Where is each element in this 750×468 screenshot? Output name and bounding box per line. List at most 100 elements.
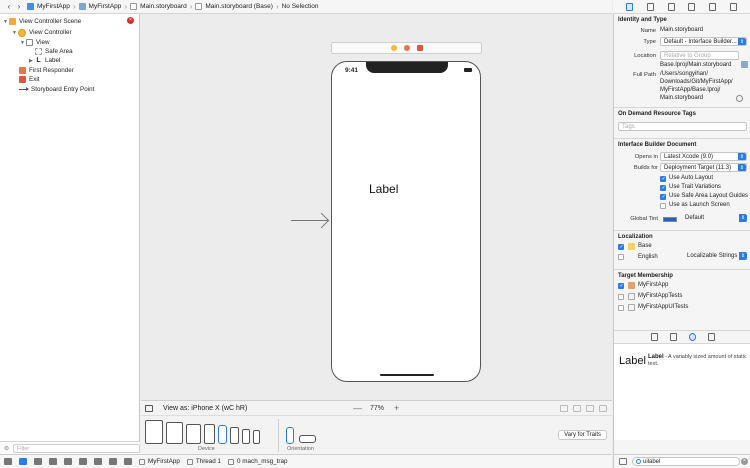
divider bbox=[614, 269, 750, 270]
library-search-input[interactable]: uilabel bbox=[632, 457, 740, 466]
zoom-in-button[interactable]: + bbox=[394, 403, 399, 413]
opens-in-popup[interactable]: Latest Xcode (9.0) ⇕ bbox=[660, 152, 747, 161]
device-iphone-4s-icon[interactable] bbox=[253, 430, 260, 444]
update-frames-icon[interactable] bbox=[560, 405, 568, 412]
zoom-out-button[interactable]: — bbox=[353, 403, 362, 413]
debug-thread-crumb[interactable]: Thread 1 bbox=[186, 458, 221, 465]
tags-input[interactable]: Tags bbox=[618, 122, 747, 131]
device-ipad-icon[interactable] bbox=[186, 424, 201, 444]
divider bbox=[278, 419, 279, 452]
filter-input[interactable]: Filter bbox=[13, 443, 140, 453]
ibdoc-section-title: Interface Builder Document bbox=[618, 142, 697, 148]
debug-app-crumb[interactable]: MyFirstApp bbox=[139, 458, 180, 465]
trait-variations-label: Use Trait Variations bbox=[669, 184, 721, 190]
outline-item-first-responder[interactable]: First Responder bbox=[19, 66, 74, 75]
loc-english-checkbox[interactable] bbox=[618, 254, 624, 260]
size-inspector-icon[interactable] bbox=[709, 2, 717, 11]
hide-debug-area-icon[interactable] bbox=[4, 458, 12, 465]
file-template-icon[interactable] bbox=[650, 333, 658, 341]
identity-inspector-icon[interactable] bbox=[667, 2, 675, 11]
code-snippet-icon[interactable] bbox=[669, 333, 677, 341]
library-list: Label Label - A variably sized amount of… bbox=[614, 344, 750, 440]
grid-view-icon[interactable] bbox=[619, 458, 627, 465]
debug-frame-crumb[interactable]: 0 mach_msg_trap bbox=[228, 458, 287, 465]
outline-item-safe-area[interactable]: Safe Area bbox=[35, 47, 73, 56]
identity-section-title: Identity and Type bbox=[618, 17, 667, 23]
pin-icon[interactable] bbox=[586, 405, 594, 412]
target-tests-checkbox[interactable] bbox=[618, 294, 624, 300]
continue-icon[interactable] bbox=[34, 458, 42, 465]
folder-icon[interactable] bbox=[741, 61, 748, 68]
outline-toggle-icon[interactable] bbox=[145, 405, 153, 412]
reveal-in-finder-icon[interactable] bbox=[736, 95, 743, 102]
exit-icon[interactable] bbox=[416, 45, 423, 51]
memory-graph-icon[interactable] bbox=[109, 458, 117, 465]
file-inspector-icon[interactable] bbox=[625, 2, 633, 11]
device-iphone-8-plus-icon[interactable] bbox=[204, 424, 215, 444]
builds-for-popup[interactable]: Deployment Target (11.3) ⇕ bbox=[660, 163, 747, 172]
clear-search-icon[interactable]: × bbox=[741, 458, 748, 465]
location-popup[interactable]: Relative to Group bbox=[660, 51, 739, 60]
breadcrumb-project[interactable]: MyFirstApp › bbox=[27, 2, 76, 11]
target-uitests-checkbox[interactable] bbox=[618, 305, 624, 311]
resolve-issues-icon[interactable] bbox=[599, 405, 607, 412]
entry-point-arrow[interactable] bbox=[291, 220, 329, 221]
library-search-value: uilabel bbox=[643, 459, 661, 465]
scene-icon bbox=[9, 18, 16, 25]
launch-screen-checkbox[interactable] bbox=[660, 203, 666, 209]
quick-help-icon[interactable] bbox=[646, 2, 654, 11]
device-ipad-pro-12-icon[interactable] bbox=[145, 420, 163, 444]
view-as-label[interactable]: View as: iPhone X (wC hR) bbox=[163, 405, 247, 412]
view-controller-icon[interactable] bbox=[390, 45, 397, 51]
outline-item-scene[interactable]: ▼ View Controller Scene bbox=[3, 17, 81, 26]
outline-item-entry-point[interactable]: Storyboard Entry Point bbox=[19, 85, 94, 94]
outline-item-label[interactable]: ▶ L Label bbox=[29, 56, 60, 65]
loc-base-label: Base bbox=[638, 243, 652, 249]
breadcrumb-base-file[interactable]: Main.storyboard (Base) › bbox=[195, 2, 279, 11]
media-library-icon[interactable] bbox=[707, 333, 715, 341]
back-icon[interactable]: ‹ bbox=[4, 2, 14, 12]
connections-inspector-icon[interactable] bbox=[730, 2, 738, 11]
auto-layout-checkbox[interactable] bbox=[660, 176, 666, 182]
device-ipad-pro-10-icon[interactable] bbox=[166, 422, 183, 444]
vary-for-traits-button[interactable]: Vary for Traits bbox=[558, 430, 607, 440]
outline-item-view[interactable]: ▼ View bbox=[20, 38, 50, 47]
breadcrumb-file[interactable]: Main.storyboard › bbox=[130, 2, 192, 11]
outline-item-exit[interactable]: Exit bbox=[19, 75, 40, 84]
breakpoints-icon[interactable] bbox=[19, 458, 27, 465]
type-popup[interactable]: Default - Interface Builder... ⇕ bbox=[660, 37, 747, 46]
trait-variations-checkbox[interactable] bbox=[660, 185, 666, 191]
target-app-checkbox[interactable] bbox=[618, 283, 624, 289]
step-out-icon[interactable] bbox=[79, 458, 87, 465]
device-picker bbox=[145, 420, 260, 444]
safe-area-checkbox[interactable] bbox=[660, 194, 666, 200]
align-icon[interactable] bbox=[573, 405, 581, 412]
type-label: Type bbox=[643, 39, 656, 45]
global-tint-popup[interactable]: Default ⇕ bbox=[682, 214, 747, 223]
step-over-icon[interactable] bbox=[49, 458, 57, 465]
device-iphone-se-icon[interactable] bbox=[242, 429, 250, 444]
error-badge-icon[interactable]: × bbox=[127, 17, 134, 24]
breadcrumb-group[interactable]: MyFirstApp › bbox=[78, 2, 127, 11]
storyboard-file-icon bbox=[195, 3, 203, 10]
orientation-portrait-icon[interactable] bbox=[286, 427, 294, 444]
attributes-inspector-icon[interactable] bbox=[688, 2, 696, 11]
orientation-landscape-icon[interactable] bbox=[299, 435, 316, 443]
first-responder-icon[interactable] bbox=[403, 45, 410, 51]
loc-english-popup[interactable]: Localizable Strings ⇕ bbox=[684, 252, 747, 261]
iphone-x-frame[interactable]: 9:41 Label bbox=[331, 61, 481, 382]
name-field[interactable]: Main.storyboard bbox=[660, 27, 703, 33]
simulate-location-icon[interactable] bbox=[124, 458, 132, 465]
device-iphone-8-icon[interactable] bbox=[230, 427, 239, 444]
device-iphone-x-icon[interactable] bbox=[218, 425, 227, 444]
object-library-icon[interactable] bbox=[688, 333, 696, 341]
outline-item-view-controller[interactable]: ▼ View Controller bbox=[12, 28, 72, 37]
orientation-caption: Orientation bbox=[287, 446, 314, 452]
view-debugger-icon[interactable] bbox=[94, 458, 102, 465]
forward-icon[interactable]: › bbox=[14, 2, 24, 12]
storyboard-canvas[interactable]: 9:41 Label bbox=[141, 14, 612, 400]
label-element[interactable]: Label bbox=[369, 182, 398, 196]
loc-base-checkbox[interactable] bbox=[618, 244, 624, 250]
breadcrumb-selection[interactable]: No Selection bbox=[282, 3, 319, 10]
step-in-icon[interactable] bbox=[64, 458, 72, 465]
